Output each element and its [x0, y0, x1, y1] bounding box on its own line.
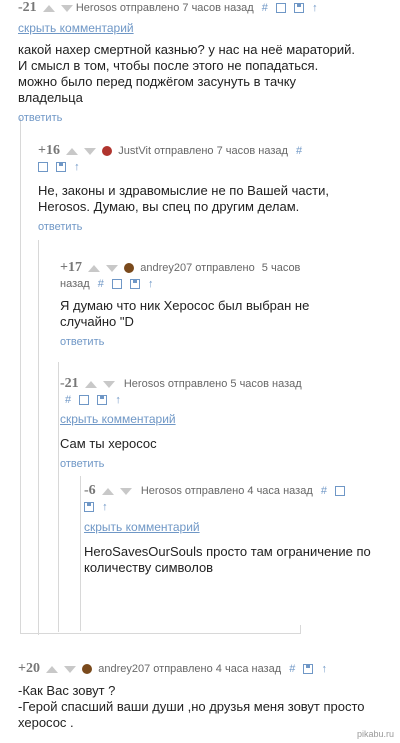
- reply-link[interactable]: ответить: [60, 458, 390, 470]
- permalink-icon[interactable]: #: [296, 145, 302, 157]
- thread-line: [58, 362, 59, 632]
- comment-header: +20 andrey207 отправлено 4 часа назад # …: [18, 661, 398, 677]
- parent-arrow-icon[interactable]: ↑: [102, 501, 108, 513]
- avatar: [124, 263, 135, 274]
- comment-tools: назад # ↑: [60, 276, 390, 292]
- thread-line: [20, 118, 21, 633]
- upvote-icon[interactable]: [66, 147, 79, 155]
- comment-rating: -21: [18, 0, 37, 15]
- comment-author[interactable]: JustVit: [118, 145, 151, 157]
- comment-header: +17 andrey207 отправлено 5 часов: [60, 260, 390, 276]
- reply-link[interactable]: ответить: [38, 221, 393, 233]
- comment-rating: -21: [60, 376, 79, 391]
- downvote-icon[interactable]: [102, 380, 115, 388]
- comment-author[interactable]: Herosos: [124, 378, 165, 390]
- thread-line: [300, 625, 301, 634]
- comment-time: 4 часа назад: [215, 663, 282, 675]
- save-icon[interactable]: [56, 162, 67, 173]
- thread-line: [38, 240, 39, 635]
- posted-label: отправлено: [167, 378, 228, 390]
- comment-time: 7 часов назад: [216, 145, 288, 157]
- comment-text: Я думаю что ник Херосос был выбран не сл…: [60, 298, 310, 329]
- parent-arrow-icon[interactable]: ↑: [115, 394, 121, 406]
- comment: +17 andrey207 отправлено 5 часов назад #…: [60, 260, 390, 348]
- collapse-icon[interactable]: [111, 279, 122, 290]
- comment-header: +16 JustVit отправлено 7 часов назад #: [38, 143, 393, 159]
- comment-text: Сам ты херосос: [60, 436, 157, 451]
- hide-comment-link[interactable]: скрыть комментарий: [60, 412, 176, 426]
- permalink-icon[interactable]: #: [321, 485, 327, 497]
- comment: -21 Herosos отправлено 7 часов назад # ↑…: [18, 0, 398, 124]
- upvote-icon[interactable]: [84, 380, 97, 388]
- watermark: pikabu.ru: [356, 729, 394, 739]
- save-icon[interactable]: [303, 664, 314, 675]
- comment-tools: # ↑: [60, 392, 390, 408]
- comment: +20 andrey207 отправлено 4 часа назад # …: [18, 661, 398, 731]
- save-icon[interactable]: [129, 279, 140, 290]
- permalink-icon[interactable]: #: [98, 278, 104, 290]
- hide-comment-link[interactable]: скрыть комментарий: [84, 520, 200, 534]
- posted-label: отправлено: [154, 145, 214, 157]
- posted-label: отправлено: [195, 262, 255, 274]
- comment: -6 Herosos отправлено 4 часа назад # ↑ с…: [84, 483, 394, 576]
- comment-header: -6 Herosos отправлено 4 часа назад #: [84, 483, 394, 499]
- collapse-icon[interactable]: [38, 162, 48, 173]
- comment-author[interactable]: Herosos: [76, 2, 117, 14]
- comment-author[interactable]: Herosos: [141, 485, 182, 497]
- collapse-icon[interactable]: [79, 395, 90, 406]
- comment-text: HeroSavesOurSouls просто там ограничение…: [84, 544, 371, 575]
- downvote-icon[interactable]: [119, 487, 132, 495]
- posted-label: отправлено: [119, 2, 180, 14]
- comment-header: -21 Herosos отправлено 5 часов назад: [60, 376, 390, 392]
- comment-rating: -6: [84, 483, 96, 498]
- save-icon[interactable]: [97, 395, 108, 406]
- permalink-icon[interactable]: #: [262, 2, 268, 14]
- comment-time: 7 часов назад: [182, 2, 254, 14]
- comment-time: 5 часов: [261, 262, 301, 274]
- upvote-icon[interactable]: [88, 264, 101, 272]
- save-icon[interactable]: [294, 3, 305, 14]
- parent-arrow-icon[interactable]: ↑: [312, 2, 318, 14]
- comment-time-suffix: назад: [60, 278, 90, 290]
- reply-link[interactable]: ответить: [18, 112, 398, 124]
- comment-rating: +16: [38, 143, 60, 158]
- comment-text: -Как Вас зовут ? -Герой спасший ваши душ…: [18, 683, 365, 730]
- thread-line: [20, 633, 300, 634]
- posted-label: отправлено: [184, 485, 245, 497]
- downvote-icon[interactable]: [64, 665, 77, 673]
- collapse-icon[interactable]: [335, 486, 345, 497]
- reply-link[interactable]: ответить: [60, 336, 390, 348]
- comment-rating: +20: [18, 661, 40, 676]
- downvote-icon[interactable]: [84, 147, 97, 155]
- permalink-icon[interactable]: #: [289, 663, 295, 675]
- collapse-icon[interactable]: [275, 3, 286, 14]
- comment: -21 Herosos отправлено 5 часов назад # ↑…: [60, 376, 390, 470]
- save-icon[interactable]: [84, 502, 94, 513]
- comment-tools: ↑: [33, 159, 393, 175]
- avatar: [102, 146, 113, 157]
- comment-time: 5 часов назад: [230, 378, 302, 390]
- downvote-icon[interactable]: [60, 4, 73, 12]
- comment: +16 JustVit отправлено 7 часов назад # ↑…: [38, 143, 393, 233]
- comment-time: 4 часа назад: [247, 485, 313, 497]
- parent-arrow-icon[interactable]: ↑: [74, 161, 80, 173]
- hide-comment-link[interactable]: скрыть комментарий: [18, 21, 134, 35]
- avatar: [82, 664, 93, 675]
- comment-text: Не, законы и здравомыслие не по Вашей ча…: [38, 183, 329, 214]
- comment-header: -21 Herosos отправлено 7 часов назад # ↑: [18, 0, 398, 16]
- upvote-icon[interactable]: [46, 665, 59, 673]
- comment-text: какой нахер смертной казнью? у нас на не…: [18, 42, 356, 105]
- downvote-icon[interactable]: [106, 264, 119, 272]
- posted-label: отправлено: [153, 663, 213, 675]
- permalink-icon[interactable]: #: [65, 394, 71, 406]
- upvote-icon[interactable]: [101, 487, 114, 495]
- upvote-icon[interactable]: [42, 4, 55, 12]
- comment-author[interactable]: andrey207: [98, 663, 150, 675]
- parent-arrow-icon[interactable]: ↑: [321, 663, 327, 675]
- parent-arrow-icon[interactable]: ↑: [148, 278, 154, 290]
- comment-tools: ↑: [79, 499, 394, 515]
- comment-author[interactable]: andrey207: [140, 262, 192, 274]
- comment-rating: +17: [60, 260, 82, 275]
